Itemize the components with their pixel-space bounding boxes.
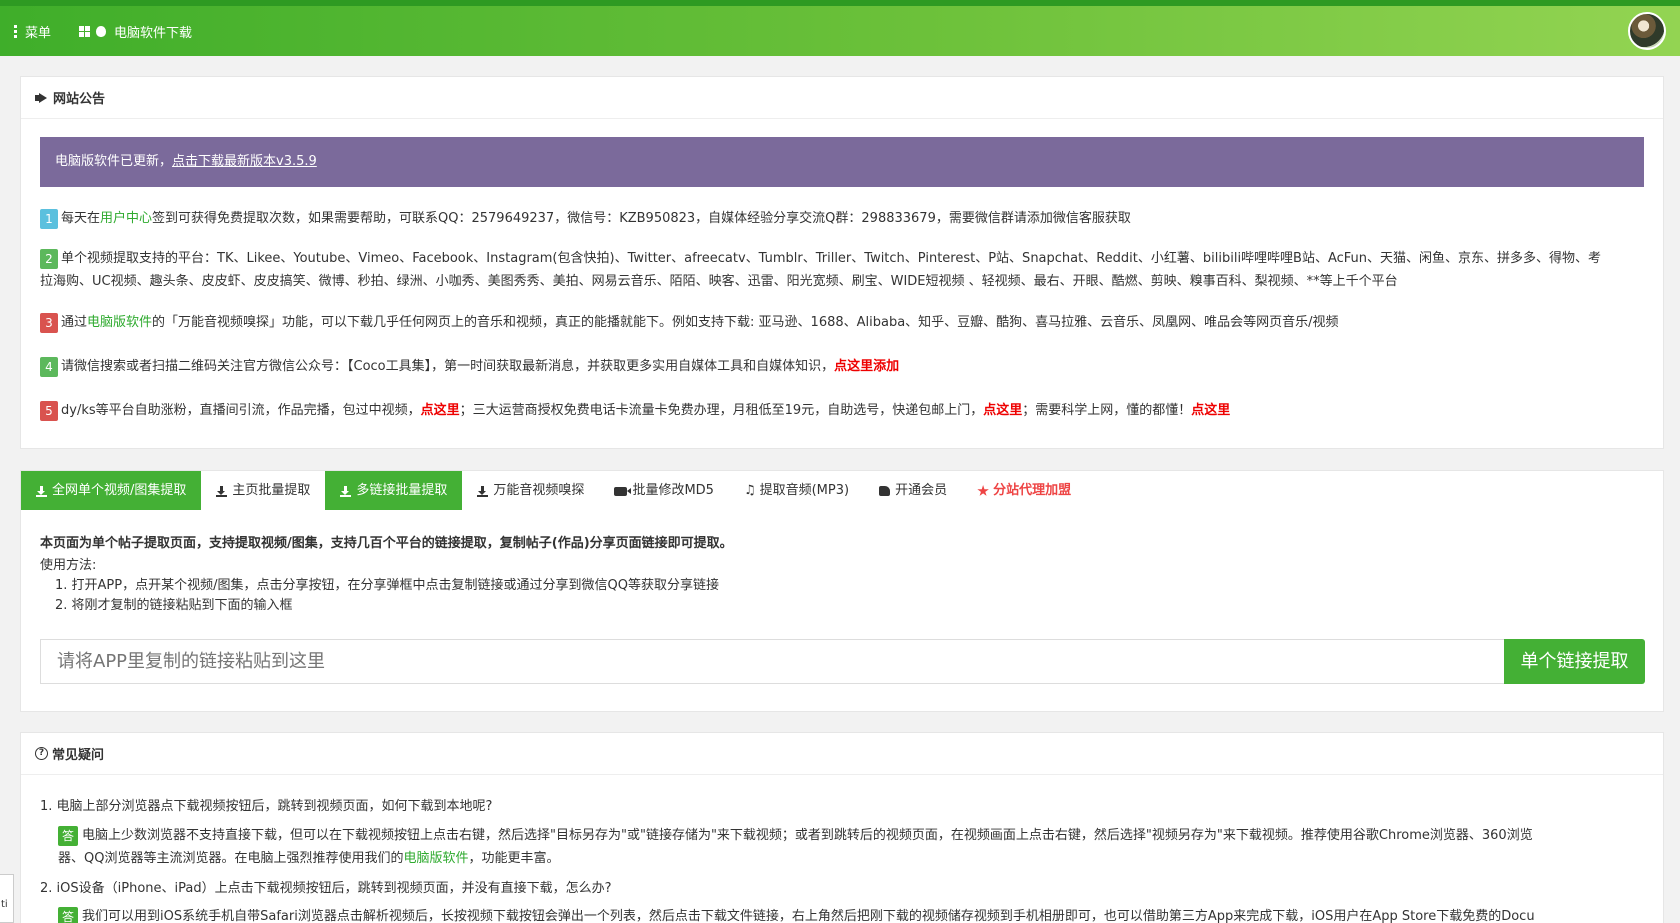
apple-icon[interactable]: [96, 26, 107, 37]
faq-panel: ? 常见疑问 1. 电脑上部分浏览器点下载视频按钮后，跳转到视频页面，如何下载到…: [20, 732, 1664, 923]
pc-software-link[interactable]: 电脑版软件: [87, 315, 152, 330]
item-badge: 4: [40, 356, 58, 377]
announcement-title: 网站公告: [53, 92, 106, 107]
tab-batch-md5[interactable]: 批量修改MD5: [599, 471, 729, 511]
tool-tabs: 全网单个视频/图集提取 主页批量提取 多链接批量提取 万能音视频嗅探 批量修改M…: [20, 470, 1664, 511]
navbar-left: 菜单 电脑软件下载: [14, 22, 192, 41]
tab-multi-link-batch[interactable]: 多链接批量提取: [325, 471, 463, 511]
faq-title: 常见疑问: [52, 748, 105, 763]
side-widget[interactable]: ti: [0, 874, 14, 923]
announcement-item-5: 5 dy/ks等平台自助涨粉，直播间引流，作品完播，包过中视频，点这里；三大运营商…: [40, 399, 1230, 422]
user-center-link[interactable]: 用户中心: [100, 211, 152, 226]
tab-label: 多链接批量提取: [356, 483, 448, 498]
video-camera-icon: [614, 486, 632, 496]
tab-label: 万能音视频嗅探: [493, 483, 585, 498]
music-note-icon: ♫: [743, 483, 756, 498]
question-circle-icon: ?: [35, 747, 48, 760]
faq-header: ? 常见疑问: [21, 733, 1663, 775]
item-text: dy/ks等平台自助涨粉，直播间引流，作品完播，包过中视频，: [61, 403, 421, 418]
announcement-item-4: 4 请微信搜索或者扫描二维码关注官方微信公众号：【Coco工具集】，第一时间获取最…: [40, 355, 899, 378]
faq-question-2: 2. iOS设备（iPhone、iPad）上点击下载视频按钮后，跳转到视频页面，…: [40, 881, 612, 896]
tab-label: 全网单个视频/图集提取: [52, 483, 187, 498]
item-badge: 5: [40, 400, 58, 421]
tab-membership[interactable]: 开通会员: [864, 471, 962, 511]
tab-label: 主页批量提取: [232, 483, 311, 498]
tab-extract-audio[interactable]: ♫ 提取音频(MP3): [729, 471, 864, 511]
announcement-header: 网站公告: [21, 77, 1663, 119]
answer-text: ，功能更丰富。: [468, 851, 560, 866]
tab-single-extract[interactable]: 全网单个视频/图集提取: [21, 471, 202, 511]
answer-badge: 答: [58, 906, 79, 923]
download-icon: [36, 485, 47, 497]
tab-agent-franchise[interactable]: 分站代理加盟: [962, 471, 1086, 511]
pc-software-download-link[interactable]: 电脑软件下载: [114, 22, 192, 41]
announcement-item-1: 1 每天在用户中心签到可获得免费提取次数，如果需要帮助，可联系QQ：2579649…: [40, 207, 1131, 230]
update-notice: 电脑版软件已更新，点击下载最新版本v3.5.9: [40, 137, 1644, 187]
faq-answer-1: 答电脑上少数浏览器不支持直接下载，但可以在下载视频按钮上点击右键，然后选择"目标…: [40, 824, 1650, 870]
answer-text: 我们可以用到iOS系统手机自带Safari浏览器点击解析视频后，长按视频下载按钮…: [82, 909, 1535, 923]
item-text: 拉海购、UC视频、趣头条、皮皮虾、皮皮搞笑、微博、秒拍、绿洲、小咖秀、美图秀秀、…: [40, 274, 1398, 289]
single-link-extract-button[interactable]: 单个链接提取: [1504, 639, 1645, 684]
faq-question-1: 1. 电脑上部分浏览器点下载视频按钮后，跳转到视频页面，如何下载到本地呢?: [40, 799, 493, 814]
announcement-panel: 网站公告 电脑版软件已更新，点击下载最新版本v3.5.9 1 每天在用户中心签到可…: [20, 76, 1664, 449]
answer-text: 电脑上少数浏览器不支持直接下载，但可以在下载视频按钮上点击右键，然后选择"目标另…: [82, 828, 1533, 843]
megaphone-icon: [35, 92, 49, 103]
item-text: 请微信搜索或者扫描二维码关注官方微信公众号：【Coco工具集】，第一时间获取最新…: [61, 359, 835, 374]
click-here-link-1[interactable]: 点这里: [421, 403, 460, 418]
item-badge: 2: [40, 248, 58, 269]
download-icon: [340, 485, 352, 497]
link-input[interactable]: [40, 639, 1505, 684]
tab-homepage-batch[interactable]: 主页批量提取: [201, 471, 325, 511]
top-accent-line: [0, 0, 1680, 6]
download-icon: [477, 485, 489, 497]
add-wechat-link[interactable]: 点这里添加: [834, 359, 899, 374]
item-text: 每天在: [61, 211, 101, 226]
usage-step-1: 1. 打开APP，点开某个视频/图集，点击分享按钮，在分享弹框中点击复制链接或通…: [55, 578, 719, 593]
faq-answer-2: 答我们可以用到iOS系统手机自带Safari浏览器点击解析视频后，长按视频下载按…: [40, 905, 1640, 923]
tab-label: 批量修改MD5: [632, 483, 714, 498]
star-icon: [977, 485, 989, 496]
tab-label: 开通会员: [895, 483, 948, 498]
tab-label: 提取音频(MP3): [759, 483, 850, 498]
click-here-link-2[interactable]: 点这里: [983, 403, 1022, 418]
announcement-item-3: 3 通过电脑版软件的「万能音视频嗅探」功能，可以下载几乎任何网页上的音乐和视频，真…: [40, 311, 1339, 334]
download-icon: [216, 485, 228, 497]
top-navbar: 菜单 电脑软件下载: [0, 0, 1680, 56]
item-text: 签到可获得免费提取次数，如果需要帮助，可联系QQ：2579649237，微信号：…: [152, 211, 1131, 226]
item-text: ；需要科学上网，懂的都懂！: [1022, 403, 1192, 418]
answer-text: 器、QQ浏览器等主流浏览器。在电脑上强烈推荐使用我们的: [58, 851, 404, 866]
windows-icon[interactable]: [79, 26, 91, 37]
extract-intro: 本页面为单个帖子提取页面，支持提取视频/图集，支持几百个平台的链接提取，复制帖子…: [40, 536, 733, 551]
usage-step-2: 2. 将刚才复制的链接粘贴到下面的输入框: [55, 598, 293, 613]
menu-icon[interactable]: [14, 25, 17, 38]
announcement-item-2: 2 单个视频提取支持的平台：TK、Likee、Youtube、Vimeo、Face…: [40, 247, 1601, 293]
download-latest-link[interactable]: 点击下载最新版本v3.5.9: [172, 154, 317, 169]
item-badge: 3: [40, 312, 58, 333]
item-badge: 1: [40, 208, 58, 229]
usage-instructions: 使用方法: 1. 打开APP，点开某个视频/图集，点击分享按钮，在分享弹框中点击…: [40, 556, 719, 616]
usage-title: 使用方法:: [40, 558, 97, 573]
item-text: 的「万能音视频嗅探」功能，可以下载几乎任何网页上的音乐和视频，真正的能播就能下。…: [152, 315, 1339, 330]
tab-media-sniffer[interactable]: 万能音视频嗅探: [462, 471, 599, 511]
menu-label[interactable]: 菜单: [25, 22, 51, 41]
pc-software-link[interactable]: 电脑版软件: [403, 851, 468, 866]
thumbs-up-icon: [879, 486, 891, 496]
answer-badge: 答: [58, 825, 79, 846]
click-here-link-3[interactable]: 点这里: [1191, 403, 1230, 418]
extract-panel: 本页面为单个帖子提取页面，支持提取视频/图集，支持几百个平台的链接提取，复制帖子…: [20, 510, 1664, 712]
item-text: 通过: [61, 315, 88, 330]
user-avatar[interactable]: [1628, 12, 1666, 50]
item-text: ；三大运营商授权免费电话卡流量卡免费办理，月租低至19元，自助选号，快递包邮上门…: [459, 403, 984, 418]
item-text: 单个视频提取支持的平台：TK、Likee、Youtube、Vimeo、Faceb…: [61, 251, 1602, 266]
notice-text: 电脑版软件已更新，: [55, 154, 173, 169]
tab-label: 分站代理加盟: [993, 483, 1072, 498]
